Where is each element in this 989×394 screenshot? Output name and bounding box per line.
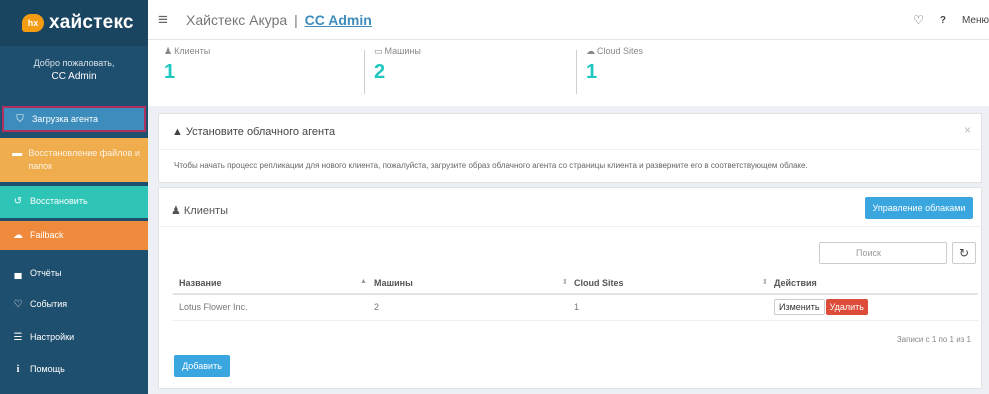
- cloud-upload-icon: ☁: [13, 230, 23, 241]
- shield-icon: ⛉: [16, 114, 24, 125]
- divider: [159, 226, 981, 227]
- stat-divider: [576, 50, 577, 94]
- sidebar-item-label: События: [30, 299, 68, 309]
- top-header: ≡ Хайстекс Акура | CC Admin ♡ ? Меню: [148, 0, 989, 40]
- stat-label: Cloud Sites: [597, 46, 644, 56]
- cell-name[interactable]: Lotus Flower Inc.: [173, 294, 368, 321]
- sidebar-item-label: Помощь: [30, 364, 65, 374]
- sidebar-item-agent-download[interactable]: ⛉ Загрузка агента: [2, 106, 146, 132]
- add-button[interactable]: Добавить: [174, 355, 230, 377]
- alert-title: ▲ Установите облачного агента: [172, 126, 335, 138]
- sidebar-item-failback[interactable]: ☁ Failback: [0, 221, 148, 250]
- stat-value: 1: [164, 61, 176, 83]
- refresh-button[interactable]: ↻: [952, 242, 976, 264]
- sort-asc-icon: ▲: [360, 278, 367, 285]
- column-label: Действия: [774, 277, 817, 288]
- page-title: Хайстекс Акура | CC Admin: [186, 12, 372, 28]
- logo-badge: hx: [22, 14, 44, 32]
- cell-actions: Изменить Удалить: [768, 294, 978, 321]
- sort-icon: ⇕: [762, 279, 768, 286]
- sidebar-item-label: Восстановить: [30, 196, 88, 206]
- sidebar-item-restore[interactable]: ↺ Восстановить: [0, 186, 148, 218]
- help-icon[interactable]: ?: [940, 15, 946, 26]
- sidebar: hx хайстекс Добро пожаловать, CC Admin ⛉…: [0, 0, 148, 394]
- users-icon: ♟: [171, 205, 181, 217]
- sidebar-item-label: Отчёты: [30, 268, 62, 278]
- folder-icon: ▬: [12, 148, 23, 159]
- title-separator: |: [294, 11, 298, 28]
- divider: [159, 149, 981, 150]
- sliders-icon: ☰: [13, 332, 23, 343]
- bell-icon: ♡: [13, 299, 23, 310]
- bell-icon[interactable]: ♡: [913, 13, 924, 27]
- info-icon: i: [16, 364, 20, 375]
- bar-chart-icon: ▄: [14, 268, 22, 279]
- stats-bar: ♟ Клиенты 1 ▭ Машины 2 ☁ Cloud Sites 1: [148, 40, 989, 106]
- alert-title-text: Установите облачного агента: [185, 126, 336, 138]
- logo[interactable]: hx хайстекс: [0, 0, 148, 46]
- stat-clients: ♟ Клиенты 1: [164, 46, 210, 101]
- table-row: Lotus Flower Inc. 2 1 Изменить Удалить: [173, 294, 978, 321]
- column-header-cloud-sites[interactable]: ⇕ Cloud Sites: [562, 272, 768, 295]
- refresh-icon: ↻: [958, 246, 970, 260]
- logo-text: хайстекс: [49, 12, 134, 33]
- clients-panel: ♟Клиенты Управление облаками ↻ Название …: [158, 187, 982, 389]
- cell-cloud-sites: 1: [568, 294, 768, 321]
- welcome-block: Добро пожаловать, CC Admin: [0, 46, 148, 106]
- search-input[interactable]: [819, 242, 947, 264]
- edit-button[interactable]: Изменить: [774, 299, 825, 316]
- column-label: Машины: [374, 277, 413, 288]
- cell-machines: 2: [368, 294, 568, 321]
- sidebar-item-label: Настройки: [30, 332, 75, 342]
- user-name: CC Admin: [51, 71, 97, 82]
- monitor-icon: ▭: [374, 46, 383, 56]
- sidebar-item-label: Загрузка агента: [32, 114, 98, 124]
- records-info: Записи с 1 по 1 из 1: [896, 335, 971, 344]
- stat-value: 2: [374, 61, 386, 83]
- alert-message: Чтобы начать процесс репликации для ново…: [174, 161, 808, 170]
- title-admin-link[interactable]: CC Admin: [305, 12, 372, 28]
- sort-icon: ⇕: [562, 279, 568, 286]
- sidebar-item-label: Failback: [30, 230, 64, 240]
- column-label: Cloud Sites: [574, 277, 624, 288]
- sidebar-item-label: Восстановление файлов и папок: [28, 148, 140, 171]
- sidebar-item-reports[interactable]: ▄ Отчёты: [0, 260, 148, 288]
- menu-button[interactable]: Меню: [962, 15, 989, 26]
- clients-table: Название ▲ Машины ⇕ Cloud Sites ⇕ Действия …: [173, 272, 978, 321]
- clients-title: ♟ Клиенты: [171, 204, 228, 217]
- welcome-text: Добро пожаловать,: [33, 58, 115, 68]
- title-main: Хайстекс Акура: [186, 11, 288, 28]
- manage-clouds-button[interactable]: Управление облаками: [865, 197, 973, 219]
- warning-icon: ▲: [172, 126, 183, 138]
- restore-icon: ↺: [13, 196, 23, 207]
- close-icon[interactable]: ×: [964, 123, 971, 137]
- delete-button[interactable]: Удалить: [825, 299, 868, 316]
- sidebar-item-help[interactable]: i Помощь: [0, 356, 148, 384]
- sidebar-item-file-restore[interactable]: ▬ Восстановление файлов и папок: [0, 138, 148, 182]
- sidebar-item-settings[interactable]: ☰ Настройки: [0, 324, 148, 352]
- column-header-name[interactable]: Название: [173, 272, 368, 295]
- column-label: Название: [179, 277, 222, 288]
- header-actions: ♡ ? Меню: [897, 0, 989, 40]
- column-header-actions[interactable]: ⇕ Действия: [762, 272, 978, 295]
- column-header-machines[interactable]: ▲ Машины: [360, 272, 568, 295]
- users-icon: ♟: [164, 46, 173, 56]
- stat-machines: ▭ Машины 2: [374, 46, 421, 101]
- clients-title-text: Клиенты: [183, 205, 228, 217]
- stat-value: 1: [586, 61, 598, 83]
- hamburger-icon[interactable]: ≡: [158, 10, 172, 30]
- stat-divider: [364, 50, 365, 94]
- cloud-icon: ☁: [586, 46, 595, 56]
- install-agent-alert: ▲ Установите облачного агента × Чтобы нач…: [158, 113, 982, 183]
- stat-label: Клиенты: [174, 46, 211, 56]
- stat-label: Машины: [384, 46, 421, 56]
- stat-cloud-sites: ☁ Cloud Sites 1: [586, 46, 643, 101]
- sidebar-item-events[interactable]: ♡ События: [0, 291, 148, 319]
- table-header-row: Название ▲ Машины ⇕ Cloud Sites ⇕ Действия: [173, 272, 978, 295]
